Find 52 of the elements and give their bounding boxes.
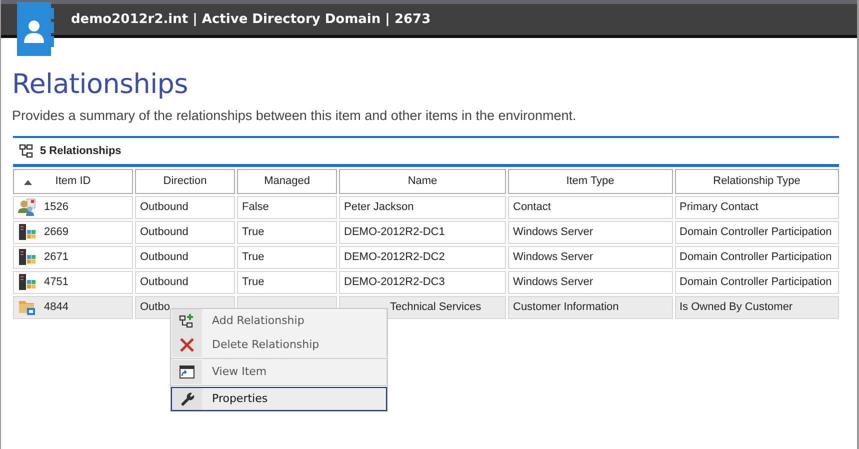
window-icon (179, 364, 195, 380)
table-cell: Outbound (135, 270, 235, 294)
table-cell: Domain Controller Participation (674, 220, 839, 244)
delete-icon (179, 337, 195, 353)
column-header[interactable]: Item ID (13, 168, 133, 194)
column-header[interactable]: Direction (135, 168, 235, 194)
page-title: Relationships (12, 70, 189, 100)
table-cell: DEMO-2012R2-DC3 (339, 270, 506, 294)
table-cell: True (237, 220, 337, 244)
folder-icon (18, 298, 36, 316)
table-cell: Windows Server (508, 270, 672, 294)
table-cell: DEMO-2012R2-DC1 (339, 220, 506, 244)
table-cell-text: 2669 (44, 225, 68, 240)
server-icon (18, 273, 36, 292)
hierarchy-icon (19, 144, 34, 158)
contact-icon (18, 198, 36, 216)
table-cell: Outbound (135, 196, 235, 219)
table-cell: Windows Server (508, 220, 672, 244)
table-cell: Windows Server (508, 246, 672, 269)
menu-item[interactable]: Delete Relationship (171, 333, 387, 357)
server-icon (18, 223, 36, 242)
table-cell: Primary Contact (674, 196, 839, 219)
sort-ascending-icon (24, 180, 32, 185)
column-header[interactable]: Name (339, 168, 506, 194)
column-header[interactable]: Relationship Type (674, 168, 839, 194)
table-cell: Outbound (135, 220, 235, 244)
table-cell: Contact (508, 196, 672, 219)
table-cell: Peter Jackson (339, 196, 506, 219)
table-cell-text: 4844 (44, 300, 68, 316)
wrench-icon (179, 391, 195, 407)
header-title: demo2012r2.int | Active Directory Domain | 2673 (71, 10, 431, 29)
menu-item[interactable]: View Item (171, 360, 387, 384)
table-cell: Is Owned By Customer (674, 296, 839, 319)
table-cell-text: 4751 (44, 275, 68, 290)
server-icon (18, 248, 36, 266)
page-description: Provides a summary of the relationships between this item and other items in the environment. (12, 106, 578, 125)
table-cell: True (237, 246, 337, 269)
add-node-icon (179, 313, 195, 329)
table-cell: Customer Information (508, 296, 672, 319)
table-cell: Domain Controller Participation (674, 246, 839, 269)
contact-book-icon (17, 2, 55, 56)
column-header[interactable]: Managed (237, 168, 337, 194)
table-cell: Outbound (135, 246, 235, 269)
table-cell: Domain Controller Participation (674, 270, 839, 294)
table-cell: False (237, 196, 337, 219)
table-cell-text: 2671 (44, 250, 68, 266)
table-cell-text: 1526 (44, 200, 68, 216)
section-title: 5 Relationships (40, 144, 122, 159)
menu-item[interactable]: Properties (171, 387, 387, 411)
table-cell: DEMO-2012R2-DC2 (339, 246, 506, 269)
column-header[interactable]: Item Type (508, 168, 672, 194)
table-cell: True (237, 270, 337, 294)
